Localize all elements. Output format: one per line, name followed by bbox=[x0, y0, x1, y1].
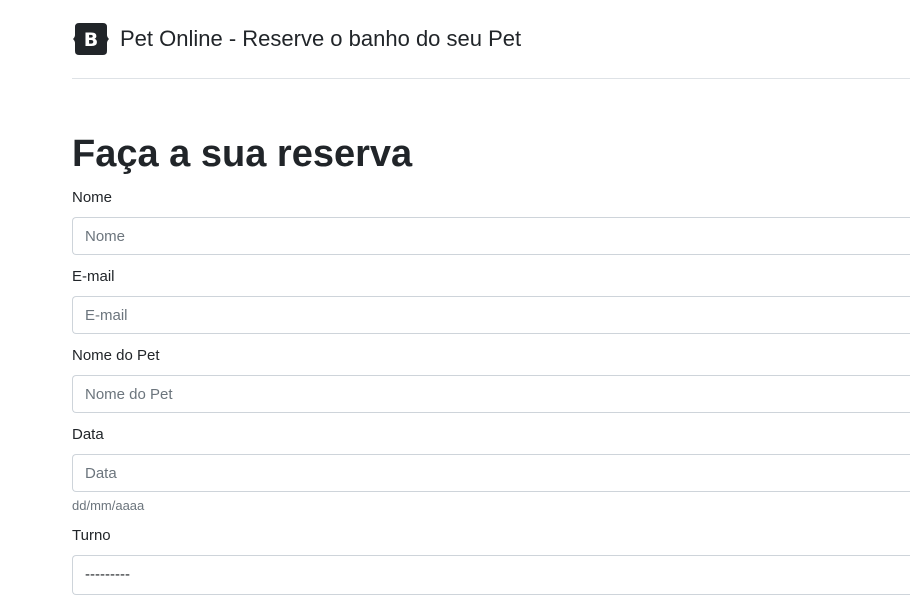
data-label: Data bbox=[72, 426, 104, 443]
brand-link[interactable]: B Pet Online - Reserve o banho do seu Pe… bbox=[72, 22, 521, 56]
turno-select[interactable]: --------- bbox=[72, 555, 910, 595]
reservation-form: Nome E-mail Nome do Pet Data dd/mm/aaaa … bbox=[72, 188, 910, 595]
field-nome: Nome bbox=[72, 188, 910, 255]
logo-letter: B bbox=[84, 29, 98, 51]
email-input[interactable] bbox=[72, 296, 910, 334]
nome-input[interactable] bbox=[72, 217, 910, 255]
nome-pet-label: Nome do Pet bbox=[72, 347, 160, 364]
site-title: Pet Online - Reserve o banho do seu Pet bbox=[120, 26, 522, 51]
site-header: B Pet Online - Reserve o banho do seu Pe… bbox=[72, 0, 910, 79]
field-nome-pet: Nome do Pet bbox=[72, 346, 910, 413]
turno-label: Turno bbox=[72, 527, 111, 544]
data-input[interactable] bbox=[72, 454, 910, 492]
email-label: E-mail bbox=[72, 268, 115, 285]
field-email: E-mail bbox=[72, 267, 910, 334]
nome-label: Nome bbox=[72, 189, 113, 206]
turno-selected-value: --------- bbox=[85, 566, 130, 583]
data-help-text: dd/mm/aaaa bbox=[72, 498, 145, 513]
page-container: B Pet Online - Reserve o banho do seu Pe… bbox=[72, 0, 910, 595]
nome-pet-input[interactable] bbox=[72, 375, 910, 413]
field-turno: Turno --------- bbox=[72, 526, 910, 595]
bootstrap-logo-icon: B bbox=[73, 23, 109, 55]
field-data: Data dd/mm/aaaa bbox=[72, 425, 910, 514]
page-title: Faça a sua reserva bbox=[72, 133, 413, 175]
